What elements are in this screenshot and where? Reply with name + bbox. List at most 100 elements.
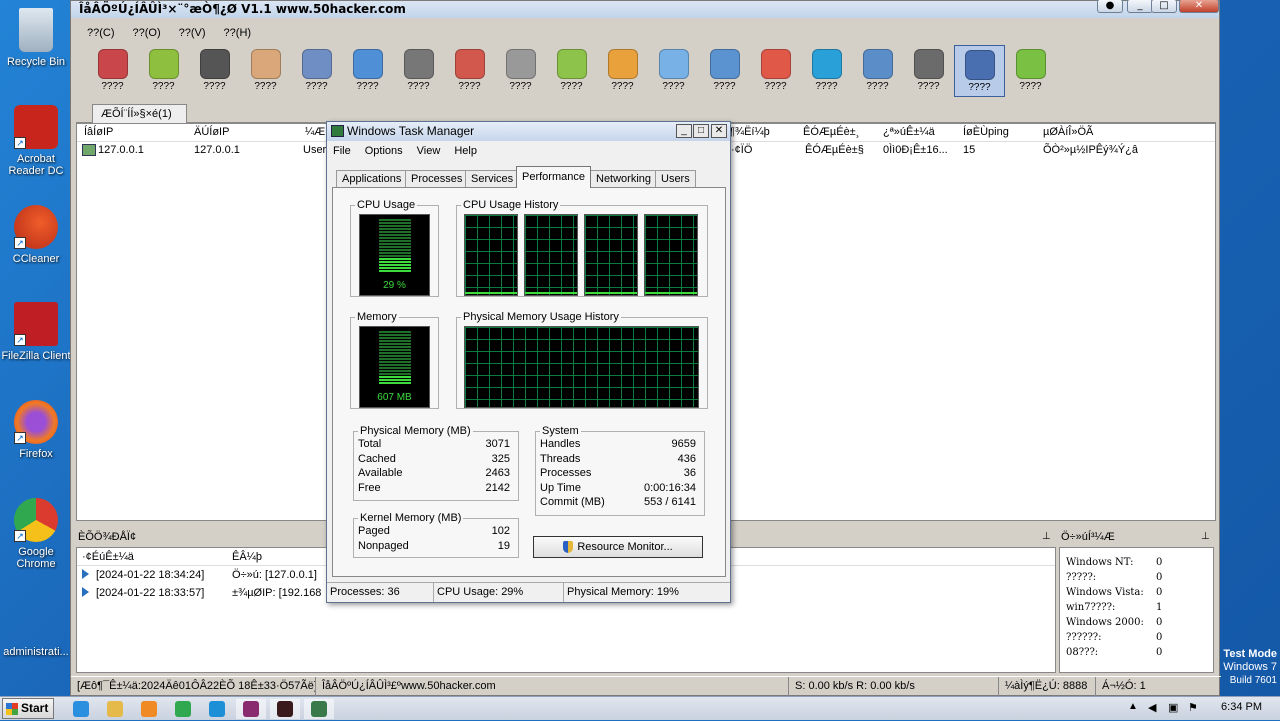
- start-button[interactable]: Start: [2, 698, 54, 719]
- tab-services[interactable]: Services: [465, 170, 520, 188]
- tab-label: ÆÕÍ¨ÍÍ»§×é(1): [101, 108, 172, 120]
- meter-segment: [378, 373, 411, 375]
- menu-item[interactable]: ??(H): [224, 22, 252, 44]
- toolbar-button[interactable]: ????: [648, 45, 699, 97]
- meter-segment: [378, 352, 411, 354]
- toolbar-button[interactable]: ????: [495, 45, 546, 97]
- desktop-icon-ccleaner[interactable]: ↗ CCleaner: [0, 205, 72, 265]
- menu-options[interactable]: Options: [365, 141, 403, 161]
- column-header-uptime[interactable]: ¿ª»úÊ±¼ä: [883, 126, 935, 138]
- physical-memory-title: Physical Memory (MB): [358, 425, 473, 437]
- column-header-time[interactable]: ·¢ÉúÊ±¼ä: [82, 551, 134, 563]
- os-name: Windows NT:: [1066, 557, 1134, 568]
- chrome-icon: ↗: [14, 498, 58, 542]
- menu-item[interactable]: ??(O): [133, 22, 161, 44]
- column-header-event[interactable]: ÊÂ¼þ: [232, 551, 262, 563]
- tab-applications[interactable]: Applications: [336, 170, 408, 188]
- toolbar-button-icon: [556, 49, 587, 79]
- menu-file[interactable]: File: [333, 141, 351, 161]
- maximize-button[interactable]: □: [693, 124, 709, 138]
- desktop-icon-firefox[interactable]: ↗ Firefox: [0, 400, 72, 460]
- tab-networking[interactable]: Networking: [590, 170, 658, 188]
- pin-icon[interactable]: ⊥: [1201, 527, 1210, 547]
- toolbar-button[interactable]: ????: [189, 45, 240, 97]
- desktop-icon-recycle-bin[interactable]: Recycle Bin: [0, 8, 72, 68]
- taskbar-media-player-button[interactable]: [134, 699, 164, 719]
- close-button[interactable]: ✕: [1179, 0, 1219, 13]
- desktop-icon-label: administrati...: [3, 646, 69, 658]
- minimize-button[interactable]: _: [1127, 0, 1153, 13]
- winrar-icon: [243, 701, 259, 717]
- meter-segment: [378, 264, 411, 266]
- tab-users[interactable]: Users: [655, 170, 696, 188]
- toolbar-button[interactable]: ????: [342, 45, 393, 97]
- toolbar-button[interactable]: ????: [597, 45, 648, 97]
- tab-processes[interactable]: Processes: [405, 170, 469, 188]
- stat-row: Paged 102: [358, 525, 510, 539]
- taskbar-winrar-button[interactable]: [236, 699, 266, 719]
- desktop-icon-filezilla[interactable]: ↗ FileZilla Client: [0, 302, 72, 362]
- desktop-icon-chrome[interactable]: ↗ Google Chrome: [0, 498, 72, 570]
- tab-performance[interactable]: Performance: [516, 166, 591, 188]
- close-button[interactable]: ✕: [711, 124, 727, 138]
- task-manager-status-bar: Processes: 36 CPU Usage: 29% Physical Me…: [327, 582, 730, 602]
- taskbar-app-red-button[interactable]: [270, 699, 300, 719]
- toolbar-button[interactable]: ????: [87, 45, 138, 97]
- os-stat-row: Windows NT: 0: [1060, 556, 1213, 571]
- taskbar-chrome-button[interactable]: [168, 699, 198, 719]
- toolbar-button[interactable]: ????: [699, 45, 750, 97]
- pin-icon[interactable]: ⊥: [1042, 527, 1051, 547]
- start-label: Start: [21, 701, 49, 715]
- toolbar-button-icon: [913, 49, 944, 79]
- menu-view[interactable]: View: [417, 141, 441, 161]
- desktop-icon-admin[interactable]: administrati...: [0, 598, 72, 658]
- clock[interactable]: 6:34 PM: [1221, 701, 1262, 713]
- toolbar-button-icon: [709, 49, 740, 79]
- filezilla-icon: ↗: [14, 302, 58, 346]
- taskbar-edge-button[interactable]: [202, 699, 232, 719]
- resource-monitor-button[interactable]: Resource Monitor...: [533, 536, 703, 558]
- minimize-button[interactable]: _: [676, 124, 692, 138]
- taskbar-taskmgr-button[interactable]: [304, 699, 334, 719]
- toolbar-button[interactable]: ????: [444, 45, 495, 97]
- desktop-icon-acrobat[interactable]: ↗ Acrobat Reader DC: [0, 105, 72, 177]
- show-hidden-icons[interactable]: ▲: [1128, 701, 1138, 712]
- menu-help[interactable]: Help: [454, 141, 477, 161]
- speaker-icon[interactable]: ◀: [1148, 701, 1156, 714]
- toolbar-button[interactable]: ????: [393, 45, 444, 97]
- network-icon[interactable]: ▣: [1168, 701, 1178, 714]
- toolbar-button[interactable]: ????: [546, 45, 597, 97]
- meter-segment: [378, 228, 411, 230]
- toolbar-button[interactable]: ????: [750, 45, 801, 97]
- taskbar-ie-button[interactable]: [66, 699, 96, 719]
- toolbar-button[interactable]: ????: [138, 45, 189, 97]
- action-center-flag-icon[interactable]: ⚑: [1188, 701, 1198, 714]
- column-header-external-ip[interactable]: ÍâÍøIP: [84, 126, 113, 138]
- toolbar-button[interactable]: ????: [240, 45, 291, 97]
- menu-item[interactable]: ??(C): [87, 22, 115, 44]
- meter-segment: [378, 331, 411, 333]
- meter-segment: [378, 382, 411, 384]
- menu-item[interactable]: ??(V): [179, 22, 206, 44]
- toolbar-button[interactable]: ????: [801, 45, 852, 97]
- cpu-history-graph: [464, 214, 518, 296]
- column-header-av[interactable]: ¶¾Ëí¼þ: [729, 126, 770, 138]
- toolbar-button[interactable]: ????: [903, 45, 954, 97]
- column-header-internal-ip[interactable]: ÄÚÍøIP: [194, 126, 229, 138]
- maximize-button[interactable]: □: [1151, 0, 1177, 13]
- column-header-video[interactable]: ÊÓÆµÉè±¸: [803, 126, 859, 138]
- kernel-memory-title: Kernel Memory (MB): [358, 512, 464, 524]
- cell-location: ÕÒ²»µ½IPÊý¾Ý¿â: [1043, 144, 1138, 156]
- toolbar-button[interactable]: ????: [954, 45, 1005, 97]
- meter-segment: [378, 337, 411, 339]
- column-header-ping[interactable]: ÍøÈÙping: [963, 126, 1009, 138]
- toolbar-button[interactable]: ????: [291, 45, 342, 97]
- column-header-computer[interactable]: ¼Æ: [305, 126, 325, 138]
- column-header-location[interactable]: µØÀíÎ»ÖÃ: [1043, 126, 1093, 138]
- tab-group[interactable]: ÆÕÍ¨ÍÍ»§×é(1): [92, 104, 187, 124]
- toolbar-button[interactable]: ????: [852, 45, 903, 97]
- toolbar-button-label: ????: [764, 81, 787, 92]
- toolbar-button[interactable]: ????: [1005, 45, 1056, 97]
- taskbar-explorer-button[interactable]: [100, 699, 130, 719]
- edge-icon: [209, 701, 225, 717]
